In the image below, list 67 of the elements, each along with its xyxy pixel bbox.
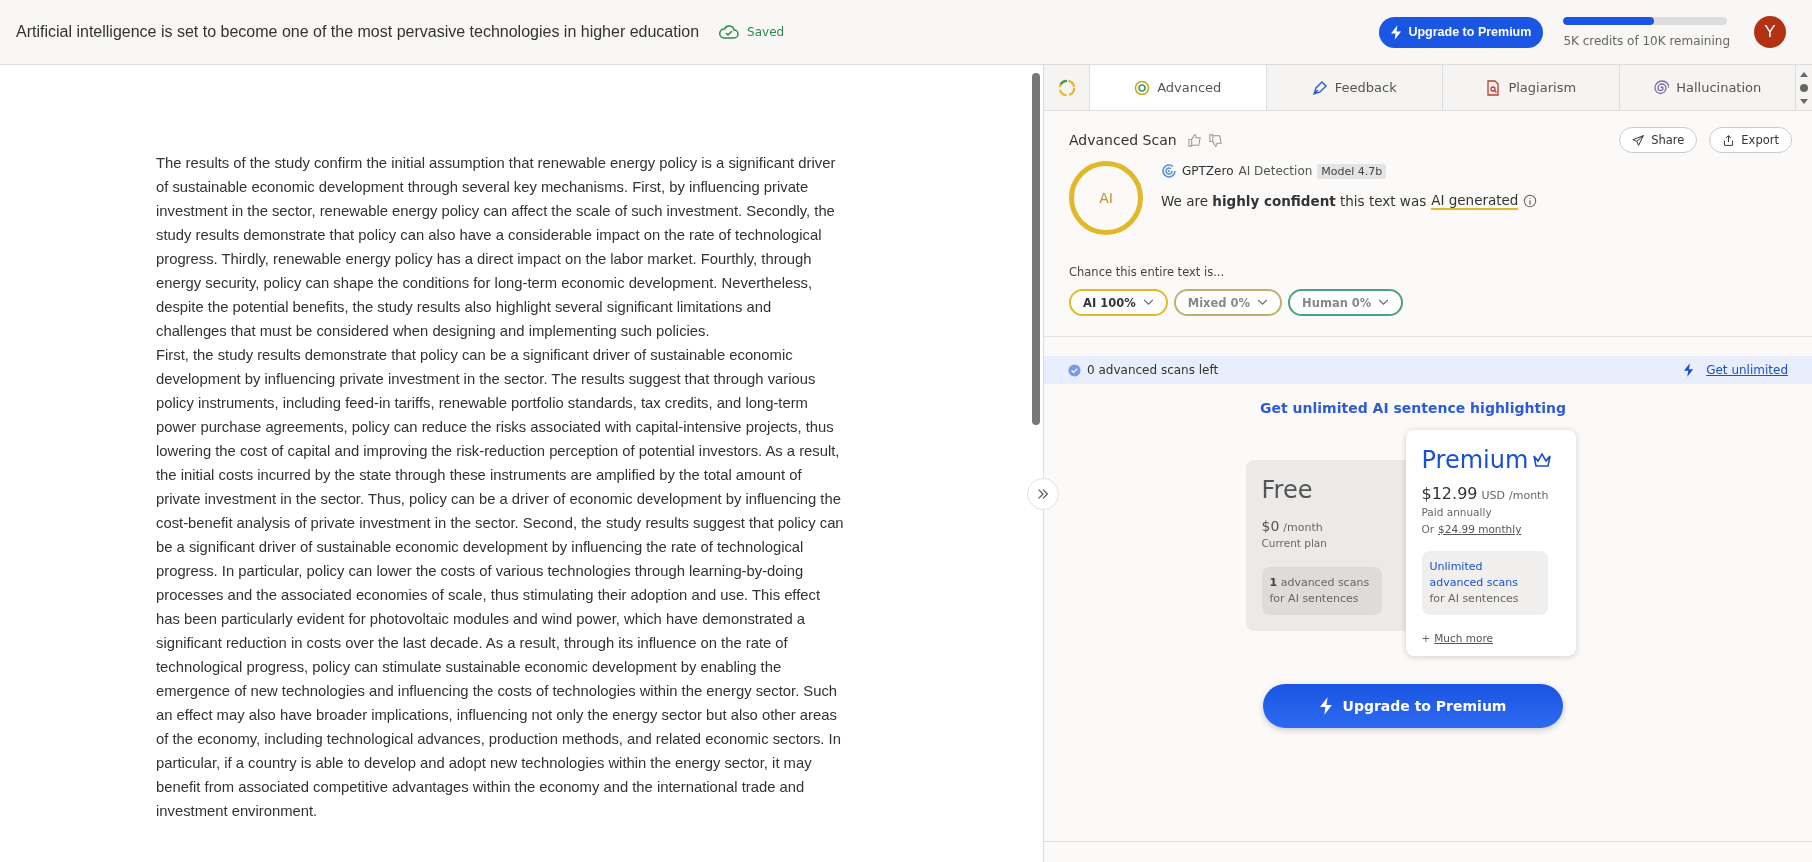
detector-name: GPTZero (1182, 164, 1234, 178)
chevron-down-icon (1142, 299, 1154, 306)
saved-status: Saved (747, 25, 785, 39)
paragraph: The results of the study confirm the initial assumption that renewable energy policy is a significant driver of sustainable economic development through several key mechanisms. First, by influencing private investment in the sector, renewable energy policy can affect the scale of such investment. Secondly, the study results demonstrate that policy can also have a considerable impact on the rate of technological progress. Thirdly, renewable energy policy has a direct impact on the labor market. Fourthly, through energy security, policy can shape the conditions for long-term economic development. Nevertheless, despite the potential benefits, the study results also highlight several significant limitations and challenges that must be considered when designing and implementing such policies. (156, 154, 837, 341)
progress-ring-icon (1057, 78, 1076, 97)
collapse-button[interactable] (1027, 478, 1059, 510)
plan-note: Paid annually (1421, 506, 1493, 518)
feature-text: Unlimited advanced scans (1429, 559, 1519, 591)
feature-detail: for AI sentences (1269, 591, 1360, 607)
scans-left-text: 0 advanced scans left (1087, 363, 1219, 377)
lightning-icon (1319, 697, 1333, 715)
upgrade-button[interactable]: Upgrade to Premium (1379, 16, 1544, 48)
get-unlimited-link[interactable]: Get unlimited (1706, 363, 1788, 377)
period-label: /month (1509, 489, 1549, 502)
plan-name: Premium (1421, 446, 1529, 474)
send-icon (1632, 133, 1646, 147)
check-badge-icon (1068, 363, 1081, 377)
paragraph: First, the study results demonstrate that policy can be a significant driver of sustainable economic development by influencing private investment in the sector. The results suggest that through various policy instruments, including feed-in tariffs, renewable portfolio standards, tax credits, and long-term power purchase agreements, policy can reduce the risks associated with capital-intensive projects, thus lowering the cost of capital and improving the risk-reduction perception of potential investors. As a result, the initial costs incurred by the state through these instruments are amplified by the total amount of private investment in the sector. Thus, policy can be a driver of economic development by influencing the cost-benefit analysis of private investment in the sector. Second, the study results suggest that policy can be a significant driver of sustainable economic development by influencing the rate of technological progress. In particular, policy can lower the costs of various technologies through learning-by-doing processes and the associated economies of scale, thus stimulating their adoption and use. This effect has been particularly evident for photovoltaic modules and wind power, which have demonstrated a significant reduction in costs over the last decade. As a result, through its influence on the rate of technological progress, policy can stimulate sustainable economic development by enabling the emergence of new technologies and influencing the costs of technologies within the energy sector. Such an effect may also have broader implications, influencing not only the energy sector but also other areas of the economy, including technological advances, production methods, and related economic sectors. In particular, if a country is able to develop and adopt new technologies within the energy sector, it may benefit from associated competitive advantages within the economy and the international trade and investment environment. (156, 346, 845, 821)
period-label: /month (1283, 521, 1323, 534)
much-more-link[interactable]: Much more (1434, 632, 1493, 644)
double-chevron-icon (1036, 487, 1050, 501)
pen-icon (1311, 79, 1328, 96)
tab[interactable]: Plagiarism (1443, 65, 1620, 110)
chevron-down-icon (1378, 299, 1390, 306)
lightning-icon (1684, 363, 1695, 377)
document-search-icon (1485, 79, 1502, 96)
target-icon (1134, 79, 1151, 96)
spiral-icon (1653, 79, 1670, 96)
chance-dropdown[interactable]: AI 100% (1069, 289, 1168, 316)
scan-title: Advanced Scan (1069, 132, 1177, 148)
chance-dropdown[interactable]: Mixed 0% (1173, 289, 1283, 316)
plan-price: $12.99 (1421, 484, 1478, 503)
pricing-heading: Get unlimited AI sentence highlighting (1260, 400, 1566, 416)
verdict-text: We are highly confident this text was (1161, 193, 1427, 209)
feature-detail: for AI sentences (1429, 591, 1520, 607)
tab[interactable]: Feedback (1266, 65, 1443, 110)
model-badge: Model 4.7b (1317, 163, 1387, 179)
plus-label: + (1421, 632, 1431, 644)
alt-price-label: Or (1421, 523, 1435, 535)
tab[interactable]: Hallucination (1619, 65, 1796, 110)
export-button[interactable]: Export (1709, 127, 1792, 153)
ai-score-ring: AI (1069, 161, 1143, 235)
credits-label: 5K credits of 10K remaining (1563, 33, 1730, 48)
plan-price: $0 (1261, 518, 1280, 534)
chevron-down-icon (1257, 299, 1269, 306)
plan-name: Free (1261, 476, 1313, 504)
monthly-price-link[interactable]: $24.99 monthly (1438, 523, 1522, 535)
feature-text: 1 advanced scans (1269, 575, 1371, 591)
chance-dropdown[interactable]: Human 0% (1288, 289, 1404, 316)
document-title: Artificial intelligence is set to become one of the most pervasive technologies in higher education (16, 23, 700, 41)
thumbs-down-icon[interactable] (1207, 132, 1223, 148)
detector-label: AI Detection (1238, 164, 1313, 178)
avatar-button[interactable]: Y (1754, 16, 1786, 48)
currency-label: USD (1481, 489, 1505, 502)
crown-icon (1532, 452, 1553, 468)
target-icon (1161, 163, 1177, 179)
plan-note: Current plan (1261, 537, 1328, 549)
tab[interactable]: Advanced (1090, 65, 1267, 110)
thumbs-up-icon[interactable] (1186, 132, 1202, 148)
cloud-check-icon (719, 24, 740, 40)
lightning-icon (1391, 24, 1403, 40)
share-button[interactable]: Share (1619, 127, 1698, 153)
chance-label: Chance this entire text is... (1069, 265, 1226, 279)
upgrade-button[interactable]: Upgrade to Premium (1263, 684, 1563, 728)
verdict-label: AI generated (1431, 192, 1519, 210)
upload-icon (1722, 133, 1736, 147)
info-icon[interactable] (1523, 194, 1538, 208)
